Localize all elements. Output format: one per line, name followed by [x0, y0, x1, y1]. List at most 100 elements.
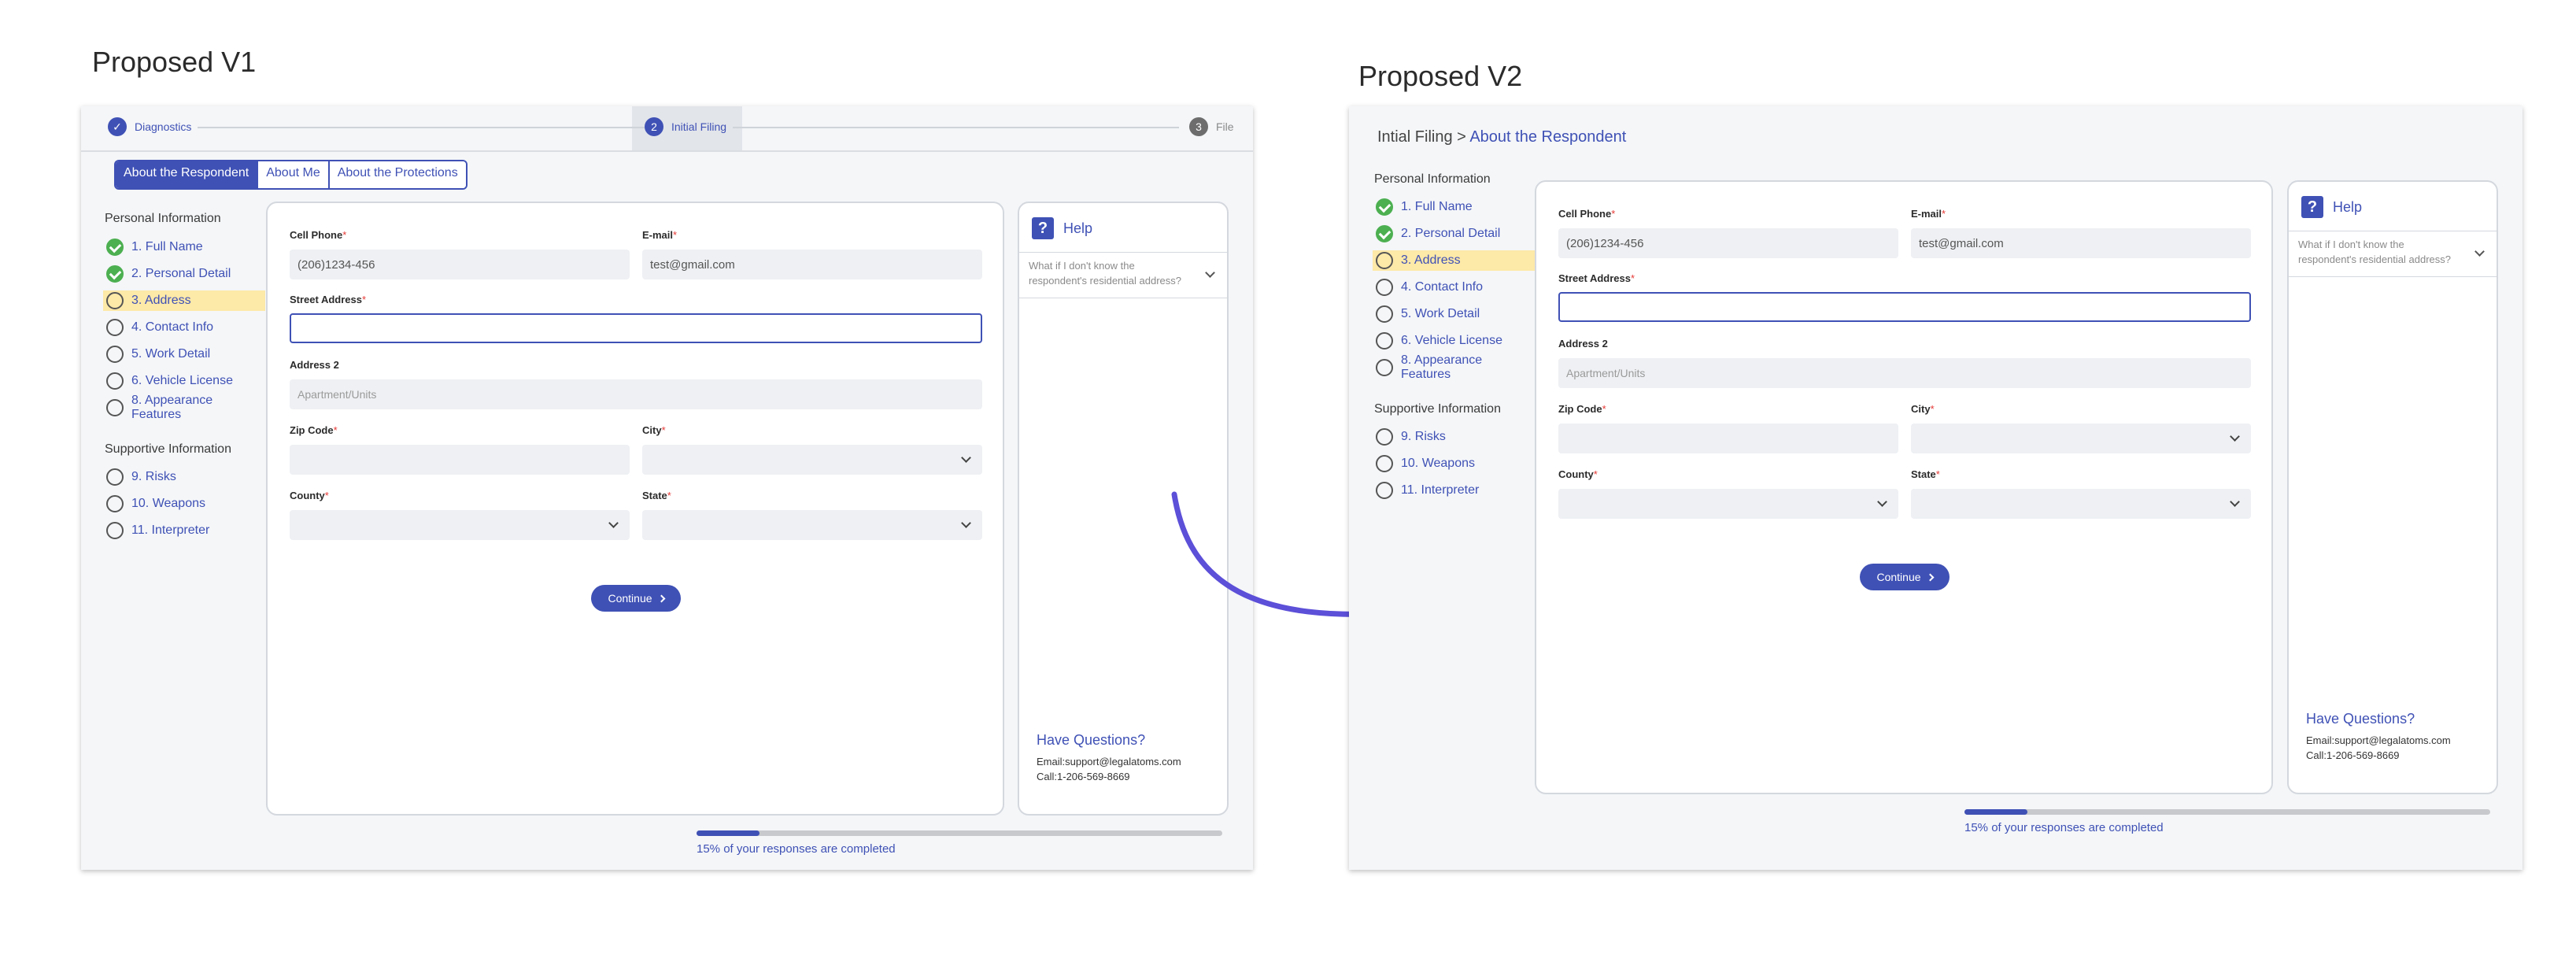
- help-question[interactable]: What if I don't know the respondent's re…: [1029, 258, 1194, 288]
- state-select[interactable]: [1911, 489, 2251, 519]
- help-question[interactable]: What if I don't know the respondent's re…: [2298, 237, 2463, 267]
- v1-nav-supportive-heading: Supportive Information: [105, 442, 231, 456]
- empty-circle-icon: [106, 292, 124, 309]
- v2-nav-supportive-heading: Supportive Information: [1374, 402, 1501, 416]
- nav-interpreter[interactable]: 11. Interpreter: [1373, 480, 1535, 501]
- check-circle-icon: [1376, 198, 1393, 216]
- nav-weapons[interactable]: 10. Weapons: [1373, 453, 1535, 474]
- email-input[interactable]: test@gmail.com: [642, 250, 982, 279]
- nav-address[interactable]: 3. Address: [1373, 250, 1535, 271]
- street-address-label: Street Address*: [290, 294, 367, 305]
- city-select[interactable]: [642, 445, 982, 475]
- empty-circle-icon: [1376, 252, 1393, 269]
- v1-progress-text: 15% of your responses are completed: [697, 842, 896, 856]
- county-select[interactable]: [290, 510, 630, 540]
- v1-step-diagnostics[interactable]: ✓ Diagnostics: [108, 117, 198, 136]
- continue-button[interactable]: Continue: [1860, 564, 1950, 590]
- empty-circle-icon: [1376, 482, 1393, 499]
- check-circle-icon: [106, 265, 124, 283]
- check-circle-icon: [106, 239, 124, 256]
- v1-step-file[interactable]: 3 File: [1183, 117, 1234, 136]
- street-address-input[interactable]: [290, 313, 982, 343]
- address2-input[interactable]: Apartment/Units: [290, 379, 982, 409]
- nav-full-name[interactable]: 1. Full Name: [1373, 197, 1535, 217]
- v1-app-frame: ✓ Diagnostics 2 Initial Filing 3 File Ab…: [81, 106, 1253, 870]
- city-label: City*: [1911, 403, 1935, 415]
- address2-input[interactable]: Apartment/Units: [1558, 358, 2251, 388]
- nav-risks[interactable]: 9. Risks: [1373, 427, 1535, 447]
- support-email: Email:support@legalatoms.com: [1037, 756, 1181, 768]
- v1-title: Proposed V1: [92, 46, 257, 78]
- chevron-down-icon: [961, 453, 971, 463]
- help-divider: [1019, 252, 1227, 253]
- nav-weapons[interactable]: 10. Weapons: [103, 494, 265, 514]
- county-select[interactable]: [1558, 489, 1898, 519]
- email-label: E-mail*: [1911, 208, 1946, 220]
- zip-code-input[interactable]: [290, 445, 630, 475]
- v1-step-initial-filing[interactable]: 2 Initial Filing: [645, 117, 734, 136]
- chevron-down-icon: [961, 518, 971, 528]
- chevron-down-icon: [2230, 431, 2240, 442]
- nav-address[interactable]: 3. Address: [103, 290, 265, 311]
- empty-circle-icon: [1376, 332, 1393, 350]
- v2-progress-bar: [1964, 809, 2490, 815]
- v2-progress-text: 15% of your responses are completed: [1964, 821, 2164, 834]
- nav-full-name[interactable]: 1. Full Name: [103, 237, 265, 257]
- empty-circle-icon: [106, 346, 124, 363]
- cell-phone-input[interactable]: (206)1234-456: [290, 250, 630, 279]
- chevron-right-icon: [657, 594, 665, 602]
- tab-about-protections[interactable]: About the Protections: [327, 161, 466, 188]
- street-address-input[interactable]: [1558, 292, 2251, 322]
- tab-about-me[interactable]: About Me: [257, 161, 328, 188]
- nav-appearance-features[interactable]: 8. Appearance Features: [1373, 353, 1535, 381]
- zip-code-label: Zip Code*: [1558, 403, 1606, 415]
- nav-contact-info[interactable]: 4. Contact Info: [103, 317, 265, 338]
- help-header: ? Help: [1032, 217, 1092, 239]
- city-label: City*: [642, 424, 666, 436]
- cell-phone-input[interactable]: (206)1234-456: [1558, 228, 1898, 258]
- tab-about-respondent[interactable]: About the Respondent: [116, 161, 257, 188]
- zip-code-label: Zip Code*: [290, 424, 338, 436]
- nav-personal-detail[interactable]: 2. Personal Detail: [103, 264, 265, 284]
- nav-risks[interactable]: 9. Risks: [103, 467, 265, 487]
- chevron-down-icon[interactable]: [2474, 246, 2485, 257]
- county-label: County*: [1558, 468, 1598, 480]
- step-number: 3: [1189, 117, 1208, 136]
- nav-vehicle-license[interactable]: 6. Vehicle License: [1373, 331, 1535, 351]
- v1-progress-bar: [697, 830, 1222, 836]
- zip-code-input[interactable]: [1558, 424, 1898, 453]
- nav-work-detail[interactable]: 5. Work Detail: [103, 344, 265, 364]
- nav-work-detail[interactable]: 5. Work Detail: [1373, 304, 1535, 324]
- nav-appearance-features[interactable]: 8. Appearance Features: [103, 394, 265, 421]
- help-header: ? Help: [2301, 196, 2362, 218]
- nav-vehicle-license[interactable]: 6. Vehicle License: [103, 371, 265, 391]
- empty-circle-icon: [106, 468, 124, 486]
- check-circle-icon: [1376, 225, 1393, 242]
- email-input[interactable]: test@gmail.com: [1911, 228, 2251, 258]
- chevron-down-icon: [608, 518, 619, 528]
- empty-circle-icon: [1376, 279, 1393, 296]
- nav-personal-detail[interactable]: 2. Personal Detail: [1373, 224, 1535, 244]
- chevron-down-icon[interactable]: [1205, 268, 1215, 278]
- step-label: Diagnostics: [135, 120, 192, 133]
- city-select[interactable]: [1911, 424, 2251, 453]
- breadcrumb-current: About the Respondent: [1469, 128, 1627, 146]
- progress-fill: [1964, 809, 2028, 815]
- v2-nav-personal-heading: Personal Information: [1374, 172, 1491, 186]
- nav-interpreter[interactable]: 11. Interpreter: [103, 520, 265, 541]
- email-label: E-mail*: [642, 229, 678, 241]
- check-icon: ✓: [108, 117, 127, 136]
- support-phone: Call:1-206-569-8669: [2306, 749, 2400, 761]
- progress-fill: [697, 830, 760, 836]
- v1-stepper-divider: [81, 150, 1253, 152]
- v1-section-tabs: About the Respondent About Me About the …: [114, 160, 468, 190]
- state-select[interactable]: [642, 510, 982, 540]
- nav-contact-info[interactable]: 4. Contact Info: [1373, 277, 1535, 298]
- empty-circle-icon: [1376, 455, 1393, 472]
- chevron-down-icon: [2230, 497, 2240, 507]
- question-icon: ?: [2301, 196, 2323, 218]
- empty-circle-icon: [106, 399, 124, 416]
- continue-button[interactable]: Continue: [591, 585, 681, 612]
- breadcrumb-root[interactable]: Intial Filing: [1377, 128, 1453, 146]
- empty-circle-icon: [106, 372, 124, 390]
